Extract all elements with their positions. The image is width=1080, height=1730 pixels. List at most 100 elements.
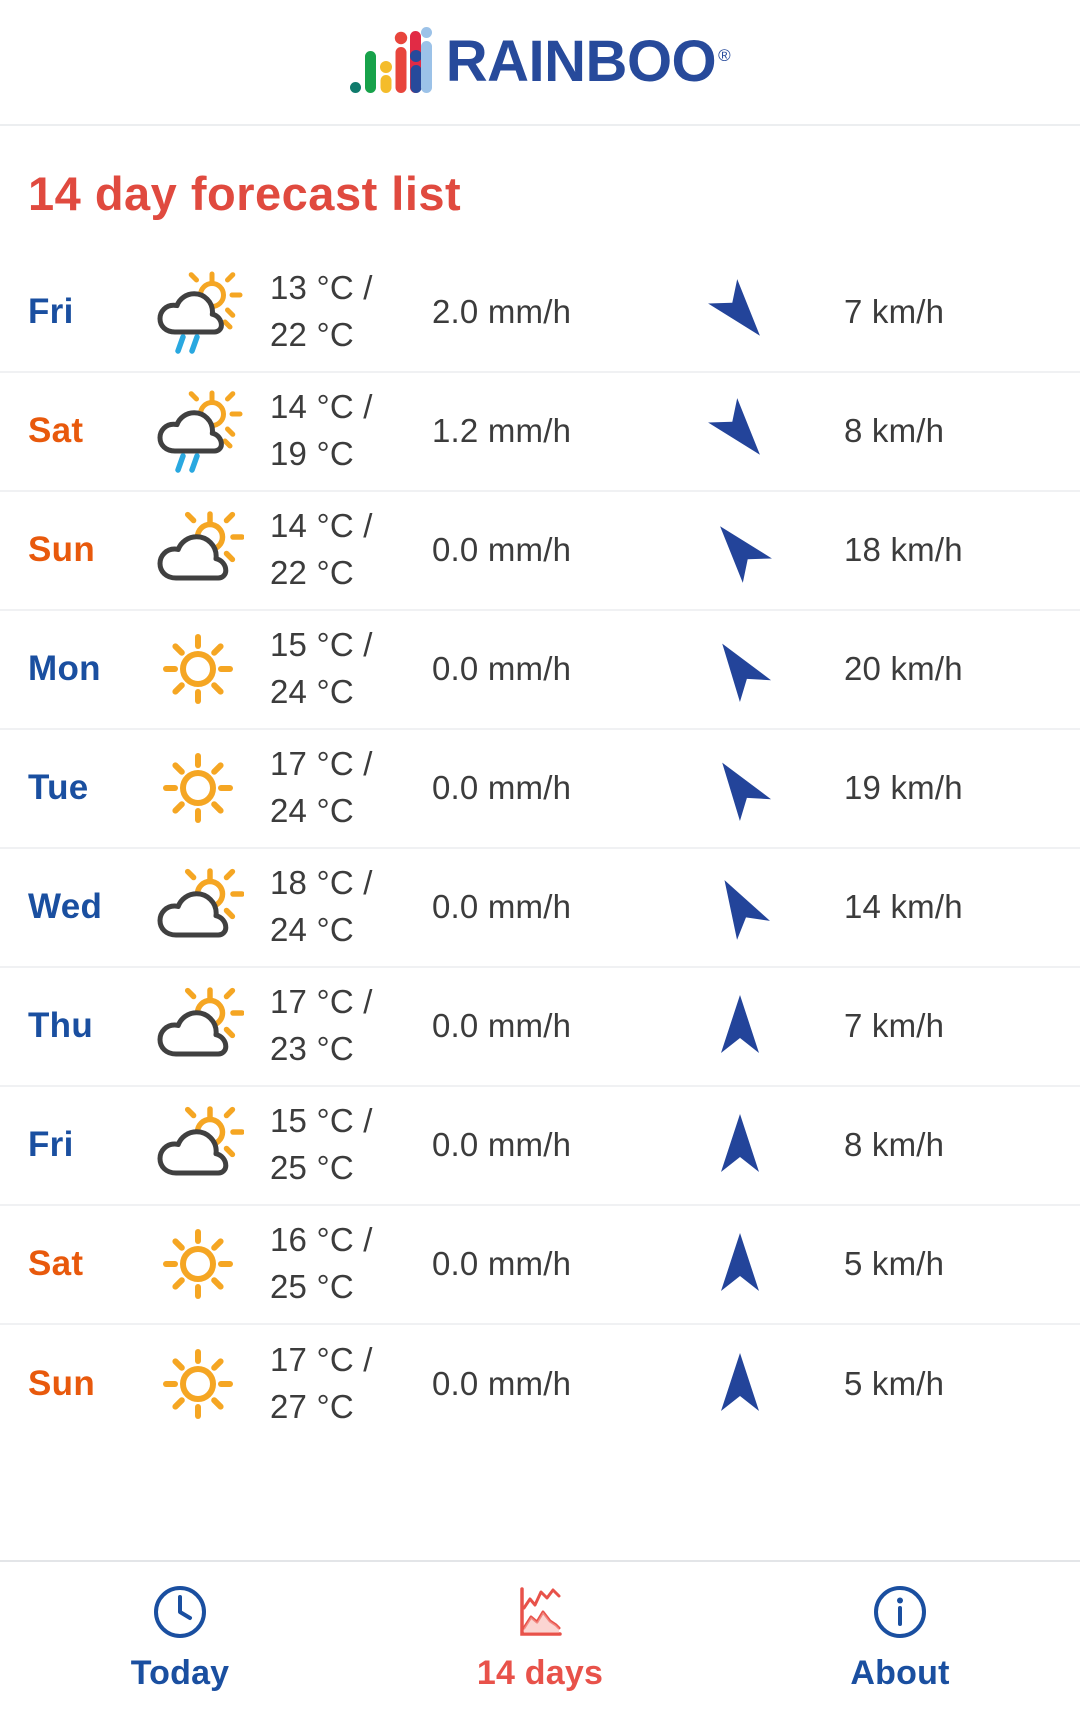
forecast-wind-speed: 14 km/h: [844, 888, 963, 926]
nav-item-about[interactable]: About: [720, 1584, 1080, 1693]
forecast-day-label: Thu: [28, 1006, 94, 1046]
temp-max: 24 °C: [270, 911, 354, 949]
forecast-temperature: 15 °C / 24 °C: [270, 622, 420, 716]
info-icon: [874, 1586, 926, 1638]
forecast-weather-icon: [125, 389, 270, 473]
forecast-day-label: Fri: [28, 1125, 74, 1165]
forecast-temperature: 13 °C / 22 °C: [270, 265, 420, 359]
rainboo-bar-logo-icon: [349, 27, 432, 93]
forecast-weather-icon: [125, 270, 270, 354]
wind-arrow-icon: [721, 1114, 759, 1173]
forecast-wind-direction: [650, 1108, 830, 1182]
sun-icon: [162, 634, 233, 705]
forecast-temperature: 17 °C / 23 °C: [270, 979, 420, 1073]
wind-arrow-icon: [722, 762, 772, 822]
forecast-day-label: Tue: [28, 768, 89, 808]
forecast-precipitation: 0.0 mm/h: [432, 888, 572, 926]
wind-arrow-icon: [724, 880, 770, 941]
temp-max: 27 °C: [270, 1388, 354, 1426]
forecast-day-label: Sun: [28, 530, 96, 570]
forecast-temperature: 18 °C / 24 °C: [270, 860, 420, 954]
temp-min: 16 °C /: [270, 1221, 373, 1259]
forecast-wind-speed: 7 km/h: [844, 293, 945, 331]
forecast-weather-icon: [125, 1222, 270, 1306]
forecast-wind-direction: [650, 394, 830, 468]
forecast-precipitation: 0.0 mm/h: [432, 1245, 572, 1283]
forecast-precipitation: 0.0 mm/h: [432, 650, 572, 688]
forecast-precipitation: 1.2 mm/h: [432, 412, 572, 450]
forecast-wind-direction: [650, 1227, 830, 1301]
forecast-list: Fri 13 °C /22 °C 2.0 mm/h 7 km/h Sat 14 °C /1…: [0, 254, 1080, 1560]
temp-min: 17 °C /: [270, 745, 373, 783]
forecast-row[interactable]: Mon 15 °C / 24 °C 0.0 mm/h 20 km/h: [0, 611, 1080, 730]
forecast-row[interactable]: Wed 18 °C / 24 °C 0.0 mm/h 14 km/h: [0, 849, 1080, 968]
forecast-wind-direction: [650, 989, 830, 1063]
temp-max: 24 °C: [270, 792, 354, 830]
temp-max: 23 °C: [270, 1030, 354, 1068]
clock-icon: [154, 1586, 206, 1638]
forecast-row[interactable]: Fri 15 °C / 25 °C 0.0 mm/h 8 km/h: [0, 1087, 1080, 1206]
temp-min: 18 °C /: [270, 864, 373, 902]
forecast-precipitation: 0.0 mm/h: [432, 1007, 572, 1045]
forecast-weather-icon: [125, 1342, 270, 1426]
forecast-wind-direction: [650, 632, 830, 706]
forecast-wind-speed: 5 km/h: [844, 1245, 945, 1283]
forecast-wind-speed: 5 km/h: [844, 1365, 945, 1403]
forecast-precipitation: 0.0 mm/h: [432, 531, 572, 569]
forecast-day-label: Fri: [28, 292, 74, 332]
forecast-row[interactable]: Sun 14 °C / 22 °C 0.0 mm/h 18 km/h: [0, 492, 1080, 611]
temp-max: 25 °C: [270, 1268, 354, 1306]
bottom-navigation: Today 14 days About: [0, 1560, 1080, 1730]
forecast-wind-direction: [650, 1347, 830, 1421]
sun-cloud-icon: [157, 868, 244, 938]
forecast-day-label: Wed: [28, 887, 103, 927]
wind-arrow-icon: [708, 279, 760, 336]
wind-arrow-icon: [721, 995, 759, 1054]
forecast-weather-icon: [125, 865, 270, 949]
forecast-wind-direction: [650, 751, 830, 825]
temp-max: 25 °C: [270, 1149, 354, 1187]
wind-arrow-icon: [708, 398, 760, 455]
sun-icon: [162, 1229, 233, 1300]
forecast-row[interactable]: Tue 17 °C / 24 °C 0.0 mm/h 19 km/h: [0, 730, 1080, 849]
temp-min: 15 °C /: [270, 1102, 373, 1140]
forecast-wind-speed: 20 km/h: [844, 650, 963, 688]
chart-icon: [520, 1587, 562, 1636]
forecast-wind-direction: [650, 275, 830, 349]
forecast-temperature: 17 °C / 24 °C: [270, 741, 420, 835]
forecast-row[interactable]: Sat 14 °C / 19 °C 1.2 mm/h 8 km/h: [0, 373, 1080, 492]
nav-item-today[interactable]: Today: [0, 1584, 360, 1693]
forecast-row[interactable]: Sat 16 °C / 25 °C 0.0 mm/h 5 km/h: [0, 1206, 1080, 1325]
temp-min: 14 °C /: [270, 507, 373, 545]
forecast-row[interactable]: Thu 17 °C / 23 °C 0.0 mm/h 7 km/h: [0, 968, 1080, 1087]
forecast-row[interactable]: Fri 13 °C / 22 °C 2.0 mm/h 7 km/h: [0, 254, 1080, 373]
forecast-wind-speed: 18 km/h: [844, 531, 963, 569]
forecast-weather-icon: [125, 508, 270, 592]
forecast-weather-icon: [125, 984, 270, 1068]
forecast-day-label: Sat: [28, 411, 84, 451]
temp-max: 19 °C: [270, 435, 354, 473]
temp-max: 22 °C: [270, 554, 354, 592]
nav-label-14-days: 14 days: [476, 1654, 604, 1692]
sun-cloud-rain-icon: [157, 271, 242, 354]
sun-cloud-icon: [157, 987, 244, 1057]
nav-label-about: About: [850, 1654, 950, 1692]
forecast-wind-speed: 7 km/h: [844, 1007, 945, 1045]
weather-app: RAINBOO ® 14 day forecast list Fri 13 °C /…: [0, 0, 1080, 1730]
forecast-precipitation: 2.0 mm/h: [432, 293, 572, 331]
forecast-wind-speed: 8 km/h: [844, 1126, 945, 1164]
forecast-day-label: Sun: [28, 1364, 96, 1404]
temp-min: 14 °C /: [270, 388, 373, 426]
app-logo[interactable]: RAINBOO ®: [349, 27, 731, 93]
forecast-temperature: 14 °C / 19 °C: [270, 384, 420, 478]
forecast-row[interactable]: Sun 17 °C / 27 °C 0.0 mm/h 5 km/h: [0, 1325, 1080, 1444]
forecast-temperature: 15 °C / 25 °C: [270, 1098, 420, 1192]
forecast-temperature: 14 °C / 22 °C: [270, 503, 420, 597]
forecast-precipitation: 0.0 mm/h: [432, 1126, 572, 1164]
forecast-precipitation: 0.0 mm/h: [432, 1365, 572, 1403]
forecast-day-label: Mon: [28, 649, 101, 689]
nav-item-14-days[interactable]: 14 days: [360, 1584, 720, 1693]
forecast-weather-icon: [125, 746, 270, 830]
forecast-wind-direction: [650, 870, 830, 944]
sun-cloud-icon: [157, 511, 244, 581]
